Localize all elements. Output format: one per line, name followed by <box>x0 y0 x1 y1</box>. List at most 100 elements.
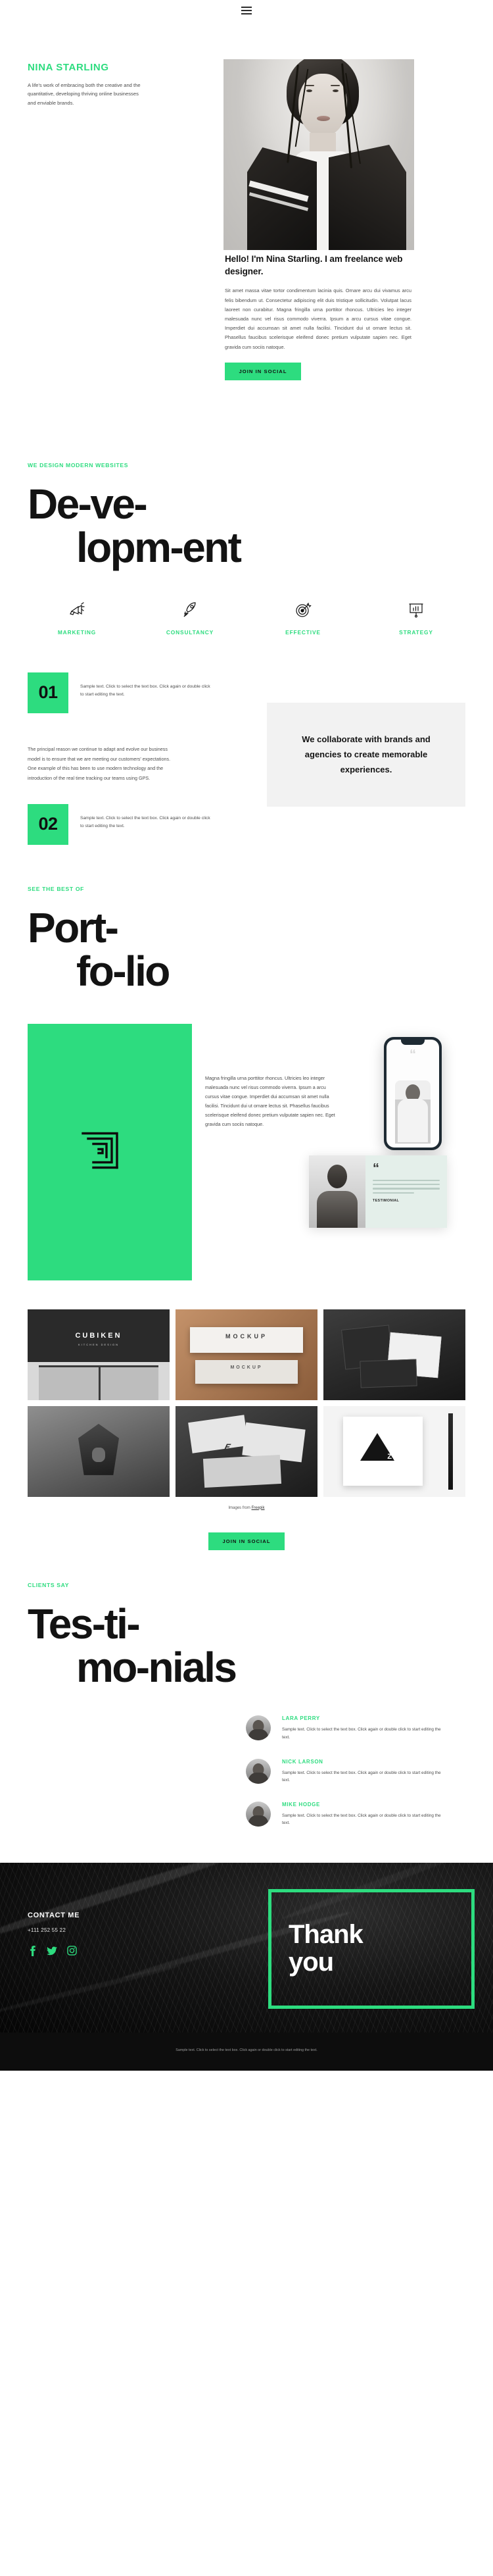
quote-card-photo <box>309 1155 365 1228</box>
feature-label: STRATEGY <box>399 628 433 636</box>
testimonial-item: MIKE HODGE Sample text. Click to select … <box>246 1801 465 1827</box>
portfolio-green-block <box>28 1023 192 1280</box>
development-section: WE DESIGN MODERN WEBSITES De-ve- lopm-en… <box>0 442 493 570</box>
steps-section: 01 Sample text. Click to select the text… <box>0 672 493 870</box>
step-item-02: 02 Sample text. Click to select the text… <box>28 803 212 845</box>
hero-cta-button[interactable]: JOIN IN SOCIAL <box>225 362 301 380</box>
target-dart-icon <box>248 599 358 621</box>
contact-block: CONTACT ME +111 252 55 22 <box>28 1911 80 1956</box>
gallery-item-title: MOCKUP <box>225 1332 268 1340</box>
gallery-cta-button[interactable]: JOIN IN SOCIAL <box>208 1532 285 1550</box>
thanks-line1: Thank <box>289 1920 364 1950</box>
hero-section: NINA STARLING A life's work of embracing… <box>0 21 493 442</box>
contact-phone[interactable]: +111 252 55 22 <box>28 1927 80 1933</box>
testimonial-name: NICK LARSON <box>282 1758 323 1765</box>
feature-label: EFFECTIVE <box>285 628 321 636</box>
avatar <box>246 1758 271 1784</box>
hero-copy: Hello! I'm Nina Starling. I am freelance… <box>225 253 411 380</box>
rocket-icon <box>135 599 245 621</box>
development-title: De-ve- lopm-ent <box>28 480 493 571</box>
gallery-item-lion[interactable] <box>28 1405 170 1497</box>
step-number: 02 <box>28 803 68 845</box>
presentation-chart-icon <box>362 599 471 621</box>
testimonial-item: NICK LARSON Sample text. Click to select… <box>246 1758 465 1784</box>
portfolio-label: SEE THE BEST OF <box>28 885 85 892</box>
brand-tagline: A life's work of embracing both the crea… <box>28 82 141 106</box>
feature-item-effective[interactable]: EFFECTIVE <box>248 599 358 636</box>
gallery-item-stationery[interactable] <box>323 1309 465 1400</box>
gallery-cta-wrap: JOIN IN SOCIAL <box>0 1522 493 1550</box>
feature-item-consultancy[interactable]: CONSULTANCY <box>135 599 245 636</box>
gallery-item-title: Z <box>387 1453 392 1461</box>
thank-you-block: Thank you <box>268 1888 475 2009</box>
testimonials-title-line1: Tes-ti- <box>28 1600 141 1648</box>
portfolio-title-line2: fo-lio <box>76 947 170 995</box>
testimonial-text: Sample text. Click to select the text bo… <box>282 1727 441 1740</box>
gallery-item-poster[interactable]: Z <box>323 1405 465 1497</box>
testimonial-quote-card: “ TESTIMONIAL <box>309 1155 447 1228</box>
brand-name: NINA STARLING <box>28 62 109 73</box>
hero-body: Sit amet massa vitae tortor condimentum … <box>225 288 411 350</box>
gallery-item-branding[interactable]: 𝑭 <box>176 1405 317 1497</box>
testimonial-name: LARA PERRY <box>282 1715 320 1722</box>
instagram-icon[interactable] <box>67 1946 77 1956</box>
feature-label: MARKETING <box>57 628 97 636</box>
avatar <box>246 1715 271 1741</box>
testimonial-name: MIKE HODGE <box>282 1801 320 1807</box>
megaphone-icon <box>22 599 131 621</box>
step-text: Sample text. Click to select the text bo… <box>80 815 210 829</box>
step-number: 01 <box>28 672 68 713</box>
quote-card-lines <box>373 1179 440 1194</box>
testimonial-item: LARA PERRY Sample text. Click to select … <box>246 1715 465 1741</box>
hero-portrait-photo <box>223 59 414 250</box>
twitter-icon[interactable] <box>47 1946 57 1956</box>
landing-page: NINA STARLING A life's work of embracing… <box>0 0 493 2071</box>
step-item-01: 01 Sample text. Click to select the text… <box>28 672 212 713</box>
gallery-item-storefront[interactable]: CUBIKEN KITCHEN DESIGN <box>28 1309 170 1400</box>
portfolio-title-line1: Port- <box>28 903 119 951</box>
facebook-icon[interactable] <box>28 1945 37 1956</box>
development-title-line2: lopm-ent <box>76 523 242 571</box>
feature-list: MARKETING CONSULTANCY EFFECTIVE STRATEGY <box>0 599 493 636</box>
development-paragraph: The principal reason we continue to adap… <box>28 745 171 782</box>
testimonials-label: CLIENTS SAY <box>28 1581 70 1588</box>
footer-section: CONTACT ME +111 252 55 22 Thank you <box>0 1862 493 2033</box>
development-title-line1: De-ve- <box>28 480 148 528</box>
feature-label: CONSULTANCY <box>166 628 214 636</box>
quote-card-name: TESTIMONIAL <box>373 1199 400 1203</box>
gallery-item-subtitle: KITCHEN DESIGN <box>78 1342 119 1346</box>
collaborate-card: We collaborate with brands and agencies … <box>267 702 465 807</box>
testimonials-title-line2: mo-nials <box>76 1643 237 1691</box>
top-bar <box>0 0 493 21</box>
thanks-line2: you <box>289 1947 334 1977</box>
testimonial-text: Sample text. Click to select the text bo… <box>282 1770 441 1783</box>
testimonials-section: CLIENTS SAY Tes-ti- mo-nials LARA PERRY … <box>0 1550 493 1827</box>
credit-prefix: Images from <box>228 1505 252 1510</box>
step-text: Sample text. Click to select the text bo… <box>80 684 210 697</box>
portfolio-gallery: CUBIKEN KITCHEN DESIGN MOCKUP MOCKUP 𝑭 Z <box>0 1309 493 1497</box>
gallery-credit: Images from Freepik <box>0 1506 493 1510</box>
quote-mark-icon: “ <box>373 1161 379 1176</box>
bottom-bar: Sample text. Click to select the text bo… <box>0 2032 493 2071</box>
portfolio-section: SEE THE BEST OF Port- fo-lio <box>0 870 493 994</box>
collaborate-quote: We collaborate with brands and agencies … <box>302 734 431 775</box>
testimonial-text: Sample text. Click to select the text bo… <box>282 1813 441 1826</box>
testimonials-title: Tes-ti- mo-nials <box>28 1600 493 1691</box>
bottom-text: Sample text. Click to select the text bo… <box>176 2048 317 2052</box>
development-label: WE DESIGN MODERN WEBSITES <box>28 462 129 468</box>
credit-link[interactable]: Freepik <box>252 1506 265 1510</box>
portfolio-showcase: Magna fringilla urna porttitor rhoncus. … <box>0 1023 493 1287</box>
contact-title: CONTACT ME <box>28 1911 80 1919</box>
feature-item-marketing[interactable]: MARKETING <box>22 599 131 636</box>
testimonial-list: LARA PERRY Sample text. Click to select … <box>28 1715 493 1827</box>
gallery-item-title: CUBIKEN <box>75 1331 122 1340</box>
hamburger-menu-icon[interactable] <box>241 7 252 14</box>
hero-intro: NINA STARLING A life's work of embracing… <box>28 62 192 107</box>
gallery-item-subtitle: MOCKUP <box>230 1365 263 1371</box>
gallery-item-mockup[interactable]: MOCKUP MOCKUP <box>176 1309 317 1400</box>
hero-title: Hello! I'm Nina Starling. I am freelance… <box>225 254 403 277</box>
feature-item-strategy[interactable]: STRATEGY <box>362 599 471 636</box>
phone-mockup: “ <box>384 1036 442 1150</box>
maze-logo-icon <box>79 1129 121 1174</box>
social-links <box>28 1945 80 1956</box>
